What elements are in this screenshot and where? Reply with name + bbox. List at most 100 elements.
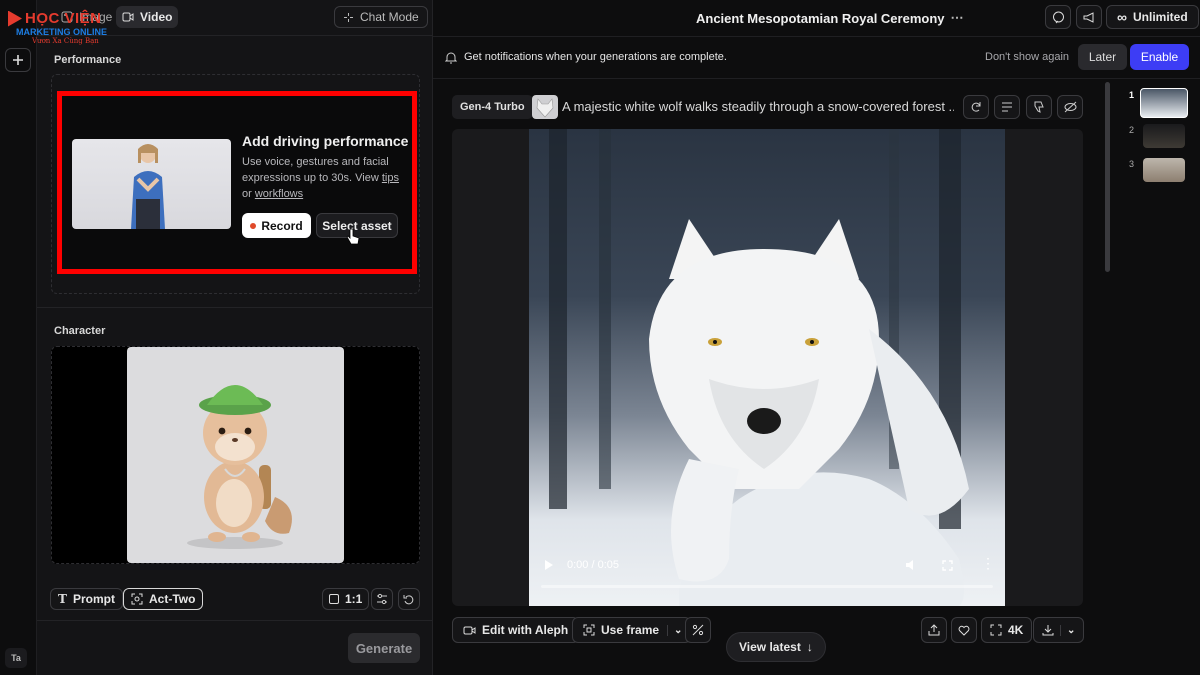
main-panel: Ancient Mesopotamian Royal Ceremony ⋯ ∞ … xyxy=(433,0,1200,675)
upscale-label: 4K xyxy=(1008,623,1024,637)
reset-button[interactable] xyxy=(398,588,420,610)
queue-item[interactable]: 2 xyxy=(1123,124,1193,150)
chat-button[interactable] xyxy=(1045,5,1071,29)
performance-description: Use voice, gestures and facial expressio… xyxy=(242,154,402,202)
logo-line2: MARKETING ONLINE xyxy=(16,27,107,37)
settings-button[interactable] xyxy=(371,588,393,610)
unlimited-label: Unlimited xyxy=(1132,10,1188,24)
view-latest-button[interactable]: View latest ↓ xyxy=(726,632,826,662)
infinity-icon: ∞ xyxy=(1117,9,1127,25)
fullscreen-icon[interactable] xyxy=(942,560,953,571)
notification-text: Get notifications when your generations … xyxy=(464,51,727,63)
generate-button[interactable]: Generate xyxy=(348,633,420,663)
queue-number: 1 xyxy=(1129,90,1135,100)
queue-thumbnail xyxy=(1140,88,1188,118)
download-icon xyxy=(1042,625,1054,636)
video-time: 0:00 / 0:05 xyxy=(567,559,619,571)
more-icon[interactable]: ⋯ xyxy=(951,10,964,26)
section-divider xyxy=(37,307,433,308)
plus-icon xyxy=(13,55,23,65)
dislike-button[interactable] xyxy=(1026,95,1052,119)
later-button[interactable]: Later xyxy=(1078,44,1127,70)
view-prefix: View xyxy=(355,172,379,184)
dont-show-again-link[interactable]: Don't show again xyxy=(985,51,1069,63)
video-player[interactable]: 0:00 / 0:05 ⋮ xyxy=(529,129,1005,606)
view-latest-label: View latest xyxy=(739,640,801,654)
character-figure xyxy=(187,385,292,549)
frame-icon xyxy=(583,624,595,636)
favorite-button[interactable] xyxy=(951,617,977,643)
performance-title: Performance xyxy=(54,54,122,66)
edit-with-aleph-button[interactable]: Edit with Aleph xyxy=(452,617,580,643)
tab-video-label: Video xyxy=(140,10,173,24)
chat-mode-button[interactable]: Chat Mode xyxy=(334,6,428,28)
logo-watermark: HỌC VIỆN MARKETING ONLINE Vươn Xa Cùng B… xyxy=(8,10,128,45)
prompt-reference-thumbnail[interactable] xyxy=(532,95,558,119)
play-icon[interactable] xyxy=(545,560,553,570)
model-badge: Gen-4 Turbo xyxy=(452,95,533,119)
logo-mark-icon xyxy=(8,10,22,27)
volume-icon[interactable] xyxy=(905,559,918,571)
video-edit-icon xyxy=(463,626,476,634)
refresh-icon xyxy=(971,102,981,112)
share-button[interactable] xyxy=(921,617,947,643)
download-button[interactable]: ⌄ xyxy=(1033,617,1085,643)
use-frame-button[interactable]: Use frame ⌄ xyxy=(572,617,692,643)
queue-list: 1 2 3 xyxy=(1123,88,1193,198)
heart-icon xyxy=(958,625,970,636)
aspect-ratio-button[interactable]: 1:1 xyxy=(322,588,370,610)
queue-number: 3 xyxy=(1129,159,1135,169)
act-two-button[interactable]: Act-Two xyxy=(123,588,204,610)
download-chevron-icon[interactable]: ⌄ xyxy=(1060,624,1075,636)
workflows-link[interactable]: workflows xyxy=(255,188,303,200)
record-dot-icon xyxy=(250,222,257,229)
percent-slash-icon xyxy=(692,624,704,636)
undo-icon xyxy=(403,595,414,605)
no-bg-button[interactable] xyxy=(685,617,711,643)
character-image xyxy=(127,347,344,563)
lines-icon xyxy=(1002,102,1012,112)
chevron-down-icon[interactable]: ⌄ xyxy=(667,624,682,636)
character-title: Character xyxy=(54,325,106,337)
announcements-button[interactable] xyxy=(1076,5,1102,29)
project-title[interactable]: Ancient Mesopotamian Royal Ceremony ⋯ xyxy=(696,10,964,26)
aspect-ratio-label: 1:1 xyxy=(345,592,363,606)
megaphone-icon xyxy=(1083,11,1093,23)
logo-line1: HỌC VIỆN xyxy=(25,10,102,27)
arrow-down-icon: ↓ xyxy=(806,640,813,654)
thumbs-down-icon xyxy=(1034,101,1044,113)
record-button[interactable]: Record xyxy=(242,213,311,238)
wolf-mini-icon xyxy=(536,98,554,118)
left-rail: Ta xyxy=(0,0,37,675)
unlimited-button[interactable]: ∞ Unlimited xyxy=(1106,5,1199,29)
video-progress-track[interactable] xyxy=(541,585,993,588)
face-scan-icon xyxy=(131,593,143,605)
chat-bubble-icon xyxy=(1052,11,1064,23)
performer-figure xyxy=(131,144,165,229)
queue-item[interactable]: 3 xyxy=(1123,158,1193,184)
details-button[interactable] xyxy=(994,95,1020,119)
upscale-button[interactable]: 4K xyxy=(981,617,1033,643)
video-more-icon[interactable]: ⋮ xyxy=(981,555,995,572)
rerun-button[interactable] xyxy=(963,95,989,119)
left-panel: Image Video Chat Mode Performance Add dr… xyxy=(37,0,433,675)
prompt-mode-button[interactable]: T Prompt xyxy=(50,588,123,610)
queue-item[interactable]: 1 xyxy=(1123,88,1193,118)
plus-button[interactable] xyxy=(5,48,31,72)
record-label: Record xyxy=(261,218,303,233)
logo-line3: Vươn Xa Cùng Bạn xyxy=(32,37,99,45)
highlight-box: Add driving performance Use voice, gestu… xyxy=(57,91,417,274)
hide-button[interactable] xyxy=(1057,95,1083,119)
avatar[interactable]: Ta xyxy=(5,648,27,668)
main-scrollbar[interactable] xyxy=(1105,82,1110,272)
generation-prompt[interactable]: A majestic white wolf walks steadily thr… xyxy=(562,99,954,114)
tips-link[interactable]: tips xyxy=(382,172,399,184)
queue-thumbnail xyxy=(1143,158,1185,182)
queue-thumbnail xyxy=(1143,124,1185,148)
use-frame-label: Use frame xyxy=(601,623,660,637)
performance-heading: Add driving performance xyxy=(242,133,409,149)
act-two-label: Act-Two xyxy=(149,592,196,606)
performance-thumbnail xyxy=(72,139,231,229)
share-icon xyxy=(928,624,940,636)
enable-button[interactable]: Enable xyxy=(1130,44,1189,70)
